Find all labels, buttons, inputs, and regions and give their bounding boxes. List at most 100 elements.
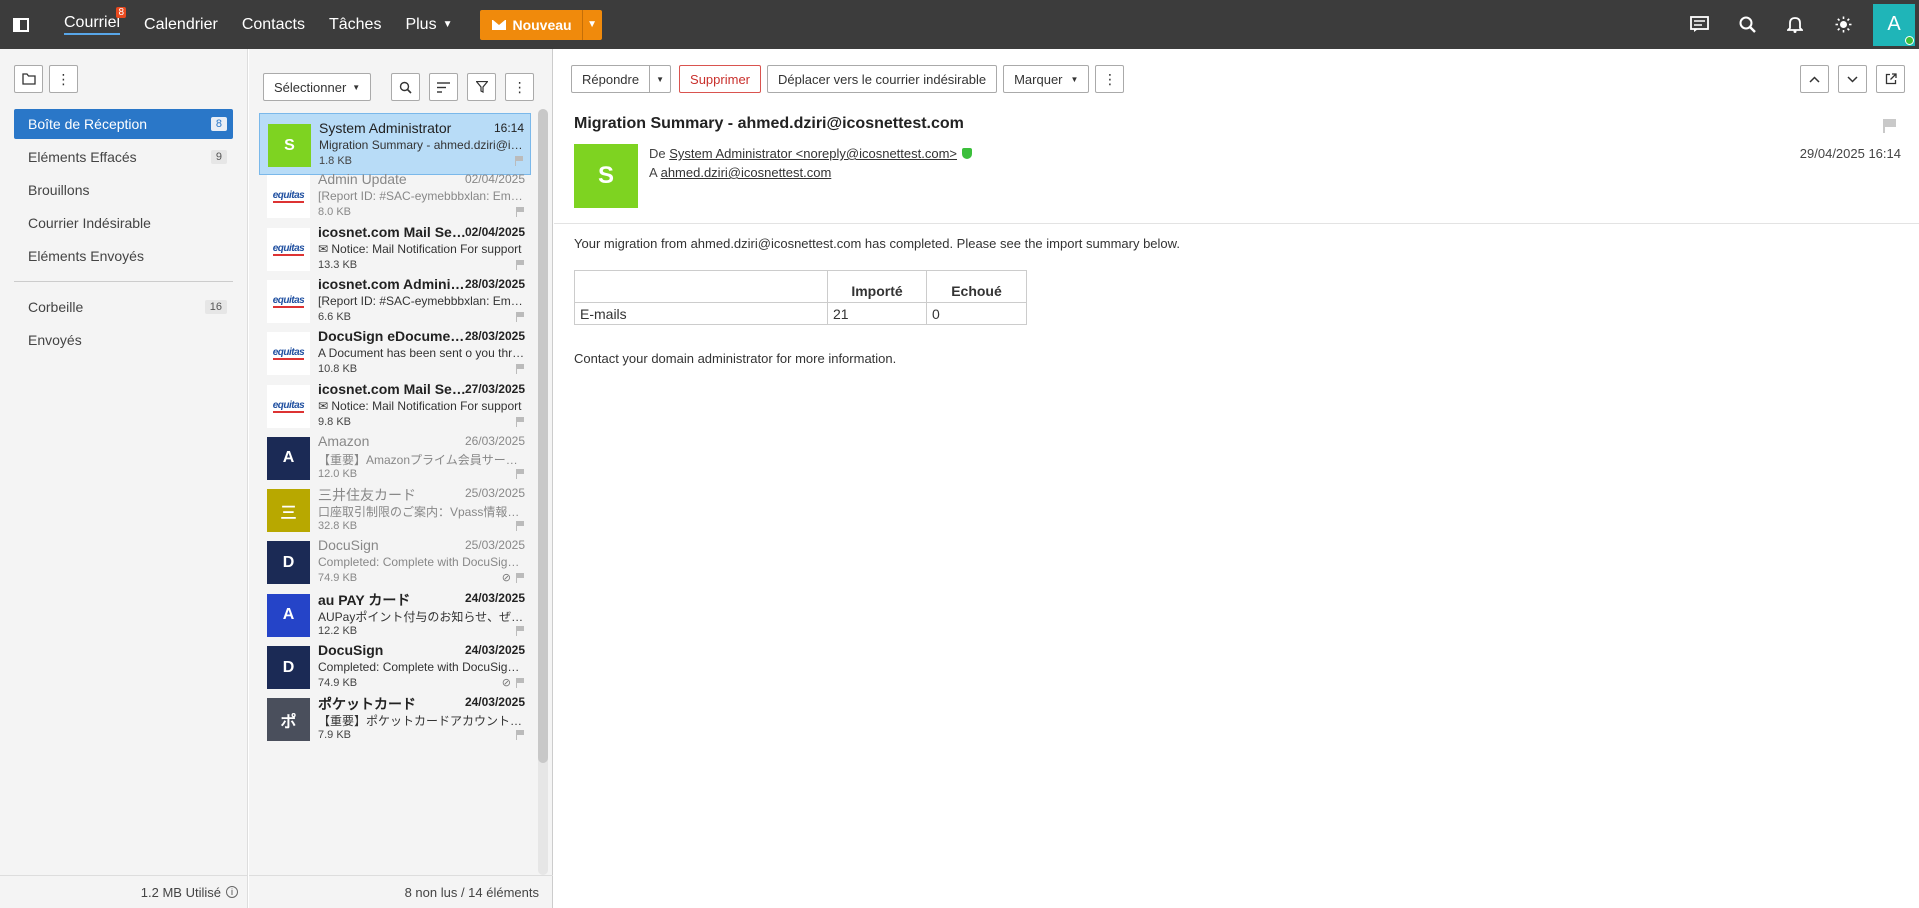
caret-down-icon: ▼ (1070, 74, 1079, 84)
search-icon[interactable] (1723, 0, 1771, 49)
folder-courrier-indesirable[interactable]: Courrier Indésirable (14, 208, 233, 238)
more-vertical-icon: ⋮ (512, 78, 527, 95)
sort-button[interactable] (429, 73, 459, 101)
flag-icon[interactable] (516, 678, 525, 688)
message-subject: ✉ Notice: Mail Notification For support (318, 241, 522, 256)
reply-button[interactable]: Répondre (571, 65, 651, 93)
message-size: 6.6 KB (318, 310, 352, 323)
message-size: 74.9 KB (318, 572, 358, 585)
flag-icon[interactable] (516, 573, 525, 584)
nav-contacts[interactable]: Contacts (242, 0, 305, 49)
nav-courriel[interactable]: Courriel 8 (64, 0, 127, 49)
message-from: De System Administrator <noreply@icosnet… (649, 146, 973, 161)
info-icon[interactable]: i (226, 886, 238, 898)
message-date: 26/03/2025 (464, 433, 525, 448)
list-search-button[interactable] (391, 73, 421, 101)
more-vertical-icon: ⋮ (1102, 70, 1117, 87)
sender-name: Amazon (318, 432, 370, 449)
sender-name: Admin Update (318, 171, 407, 188)
filter-button[interactable] (467, 73, 497, 101)
reading-pane: Répondre ▼ Supprimer Déplacer vers le co… (554, 49, 1919, 908)
sender-logo: equitas (267, 384, 310, 428)
folder-boite-de-reception[interactable]: Boîte de Réception 8 (14, 109, 233, 139)
sender-avatar: S (574, 144, 638, 208)
user-avatar[interactable]: A (1873, 3, 1915, 46)
reply-dropdown-button[interactable]: ▼ (650, 65, 672, 93)
online-status-icon (1905, 35, 1914, 45)
folder-elements-effaces[interactable]: Eléments Effacés 9 (14, 142, 233, 172)
folder-divider (14, 281, 233, 282)
sidebar-toggle-icon[interactable] (0, 0, 42, 49)
sender-avatar: A (267, 593, 310, 637)
chevron-down-icon (1847, 75, 1858, 83)
sender-name: icosnet.com Administrator (318, 275, 468, 292)
message-size: 13.3 KB (318, 258, 358, 271)
message-date: 29/04/2025 16:14 (1799, 146, 1901, 161)
message-size: 12.0 KB (318, 467, 358, 480)
folder-count-badge: 16 (204, 300, 227, 314)
folder-manage-button[interactable] (14, 65, 43, 93)
folder-label: Boîte de Réception (28, 116, 148, 132)
move-to-junk-button[interactable]: Déplacer vers le courrier indésirable (767, 65, 998, 93)
message-subject: Completed: Complete with DocuSign: Docum… (318, 555, 525, 570)
flag-icon[interactable] (516, 521, 525, 532)
select-dropdown[interactable]: Sélectionner ▼ (263, 73, 372, 101)
logo-text: equitas (272, 242, 305, 256)
body-intro: Your migration from ahmed.dziri@icosnett… (574, 236, 1180, 251)
sender-link[interactable]: System Administrator <noreply@icosnettes… (669, 146, 957, 161)
logo-text: equitas (272, 294, 305, 308)
new-message-button[interactable]: Nouveau (480, 9, 582, 40)
flag-icon[interactable] (516, 416, 525, 427)
sender-name: 三井住友カード (318, 487, 416, 504)
sun-icon[interactable] (1819, 0, 1867, 49)
nav-calendrier[interactable]: Calendrier (144, 0, 218, 49)
sender-name: System Administrator (319, 120, 452, 136)
header-divider (554, 223, 1919, 224)
scrollbar-thumb[interactable] (538, 109, 548, 763)
bell-icon[interactable] (1771, 0, 1819, 49)
flag-icon[interactable] (516, 207, 525, 218)
attachment-icon: ⊘ (501, 677, 511, 689)
folder-brouillons[interactable]: Brouillons (14, 175, 233, 205)
new-dropdown-button[interactable]: ▼ (581, 9, 602, 40)
sender-logo: equitas (267, 175, 310, 219)
sidebar-more-button[interactable]: ⋮ (49, 65, 78, 93)
flag-icon[interactable] (516, 364, 525, 375)
sender-avatar: D (267, 541, 310, 585)
flag-icon[interactable] (1883, 119, 1897, 133)
recipient-link[interactable]: ahmed.dziri@icosnettest.com (661, 165, 832, 180)
reader-more-button[interactable]: ⋮ (1095, 65, 1125, 93)
message-subject: 【重要】ポケットカードアカウントの確認 (318, 714, 525, 729)
logo-text: equitas (272, 347, 305, 361)
open-in-new-window-button[interactable] (1876, 65, 1905, 93)
message-date: 24/03/2025 (464, 590, 525, 605)
sender-name: DocuSign eDocuments (318, 328, 468, 345)
delete-button[interactable]: Supprimer (679, 65, 761, 93)
list-item[interactable]: ポポケットカード 24/03/2025 【重要】ポケットカードアカウントの確認 7.9… (259, 688, 531, 750)
message-list-scrollbar[interactable] (538, 109, 548, 875)
nav-plus[interactable]: Plus ▼ (405, 0, 452, 49)
chat-icon[interactable] (1675, 0, 1723, 49)
folder-count-badge: 9 (210, 150, 227, 164)
list-more-button[interactable]: ⋮ (505, 73, 535, 101)
previous-message-button[interactable] (1800, 65, 1829, 93)
mark-dropdown[interactable]: Marquer ▼ (1003, 65, 1090, 93)
flag-icon[interactable] (516, 259, 525, 270)
flag-icon[interactable] (516, 625, 525, 636)
flag-icon[interactable] (516, 311, 525, 322)
message-date: 16:14 (493, 121, 524, 135)
folder-label: Envoyés (28, 332, 82, 348)
message-date: 25/03/2025 (464, 538, 525, 553)
message-size: 12.2 KB (318, 624, 358, 637)
folder-envoyes[interactable]: Envoyés (14, 325, 233, 355)
sender-avatar: 三 (267, 489, 310, 533)
message-date: 25/03/2025 (464, 486, 525, 501)
flag-icon[interactable] (516, 468, 525, 479)
nav-taches[interactable]: Tâches (329, 0, 381, 49)
flag-icon[interactable] (516, 730, 525, 741)
main-nav: Courriel 8 Calendrier Contacts Tâches Pl… (64, 0, 476, 49)
folder-elements-envoyes[interactable]: Eléments Envoyés (14, 241, 233, 271)
next-message-button[interactable] (1838, 65, 1867, 93)
row-label: E-mails (574, 302, 828, 325)
folder-corbeille[interactable]: Corbeille 16 (14, 292, 233, 322)
